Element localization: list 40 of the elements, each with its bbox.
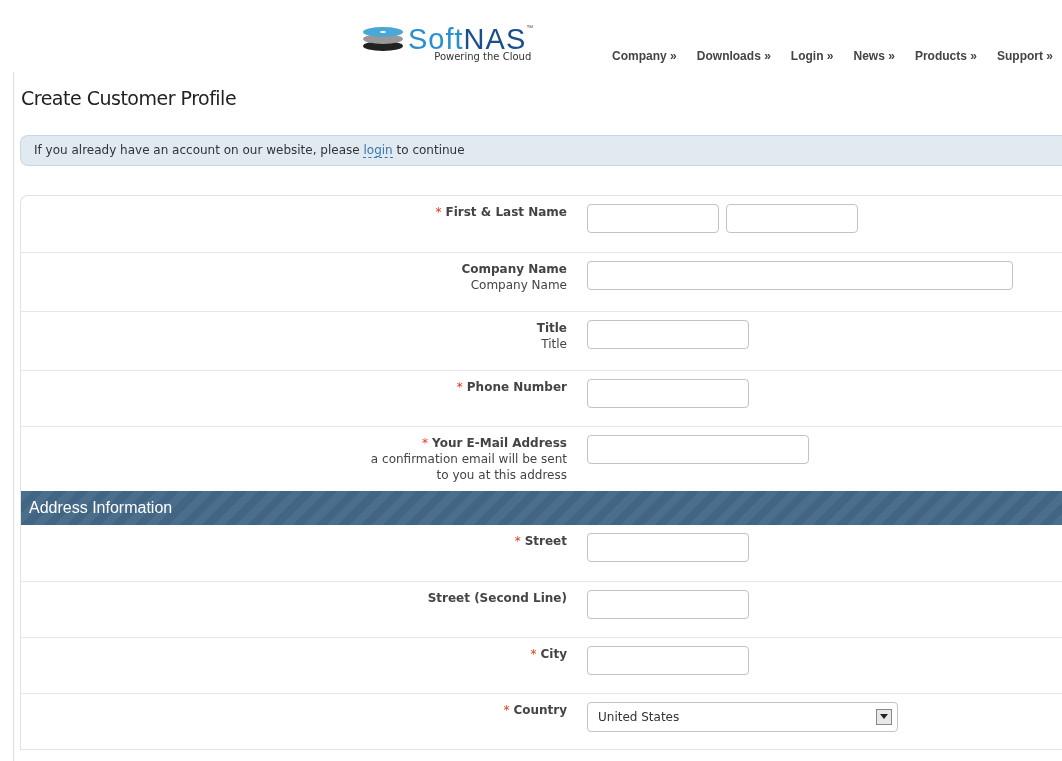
required-asterisk: * xyxy=(514,532,521,549)
field-label: Country xyxy=(513,701,567,718)
text-input-field[interactable] xyxy=(587,319,749,349)
field-label: Title xyxy=(536,319,567,336)
country-select[interactable]: United States xyxy=(587,701,898,732)
field-label: Street (Second Line) xyxy=(427,589,567,606)
required-asterisk: * xyxy=(530,645,537,662)
nav-link[interactable]: Downloads » xyxy=(696,47,771,65)
nav-link[interactable]: Products » xyxy=(914,47,977,65)
nav-link[interactable]: Support » xyxy=(996,47,1053,65)
text-input-field[interactable] xyxy=(587,203,719,233)
field-hint: Title xyxy=(540,335,567,352)
text-input-field[interactable] xyxy=(587,434,809,464)
field-label: Street xyxy=(524,532,567,549)
field-label: First & Last Name xyxy=(445,203,567,220)
text-input-field[interactable] xyxy=(587,645,749,675)
field-label: Phone Number xyxy=(466,378,567,395)
text-input-field[interactable] xyxy=(587,532,749,562)
field-label: Company Name xyxy=(461,260,567,277)
nav-link[interactable]: Login » xyxy=(790,47,834,65)
required-asterisk: * xyxy=(422,434,429,451)
login-link[interactable]: login xyxy=(363,142,393,158)
stacked-discs-icon xyxy=(362,26,404,52)
field-label: City xyxy=(540,645,567,662)
field-label: Your E-Mail Address xyxy=(432,434,567,451)
logo-tagline: Powering the Cloud xyxy=(434,52,532,62)
field-hint: a confirmation email will be sent to you at this address xyxy=(369,450,567,483)
login-notice: If you already have an account on our website, please login to continue xyxy=(20,134,1062,166)
required-asterisk: * xyxy=(435,203,442,220)
required-asterisk: * xyxy=(503,701,510,718)
field-hint: Company Name xyxy=(469,276,567,293)
text-input-field[interactable] xyxy=(587,378,749,408)
section-header: Address Information xyxy=(21,490,1062,525)
text-input-field[interactable] xyxy=(726,203,858,233)
text-input-field[interactable] xyxy=(587,589,749,619)
nav-link[interactable]: News » xyxy=(853,47,895,65)
text-input-field[interactable] xyxy=(587,260,1013,290)
required-asterisk: * xyxy=(456,378,463,395)
nav-link[interactable]: Company » xyxy=(612,47,677,65)
page-title: Create Customer Profile xyxy=(21,86,238,111)
